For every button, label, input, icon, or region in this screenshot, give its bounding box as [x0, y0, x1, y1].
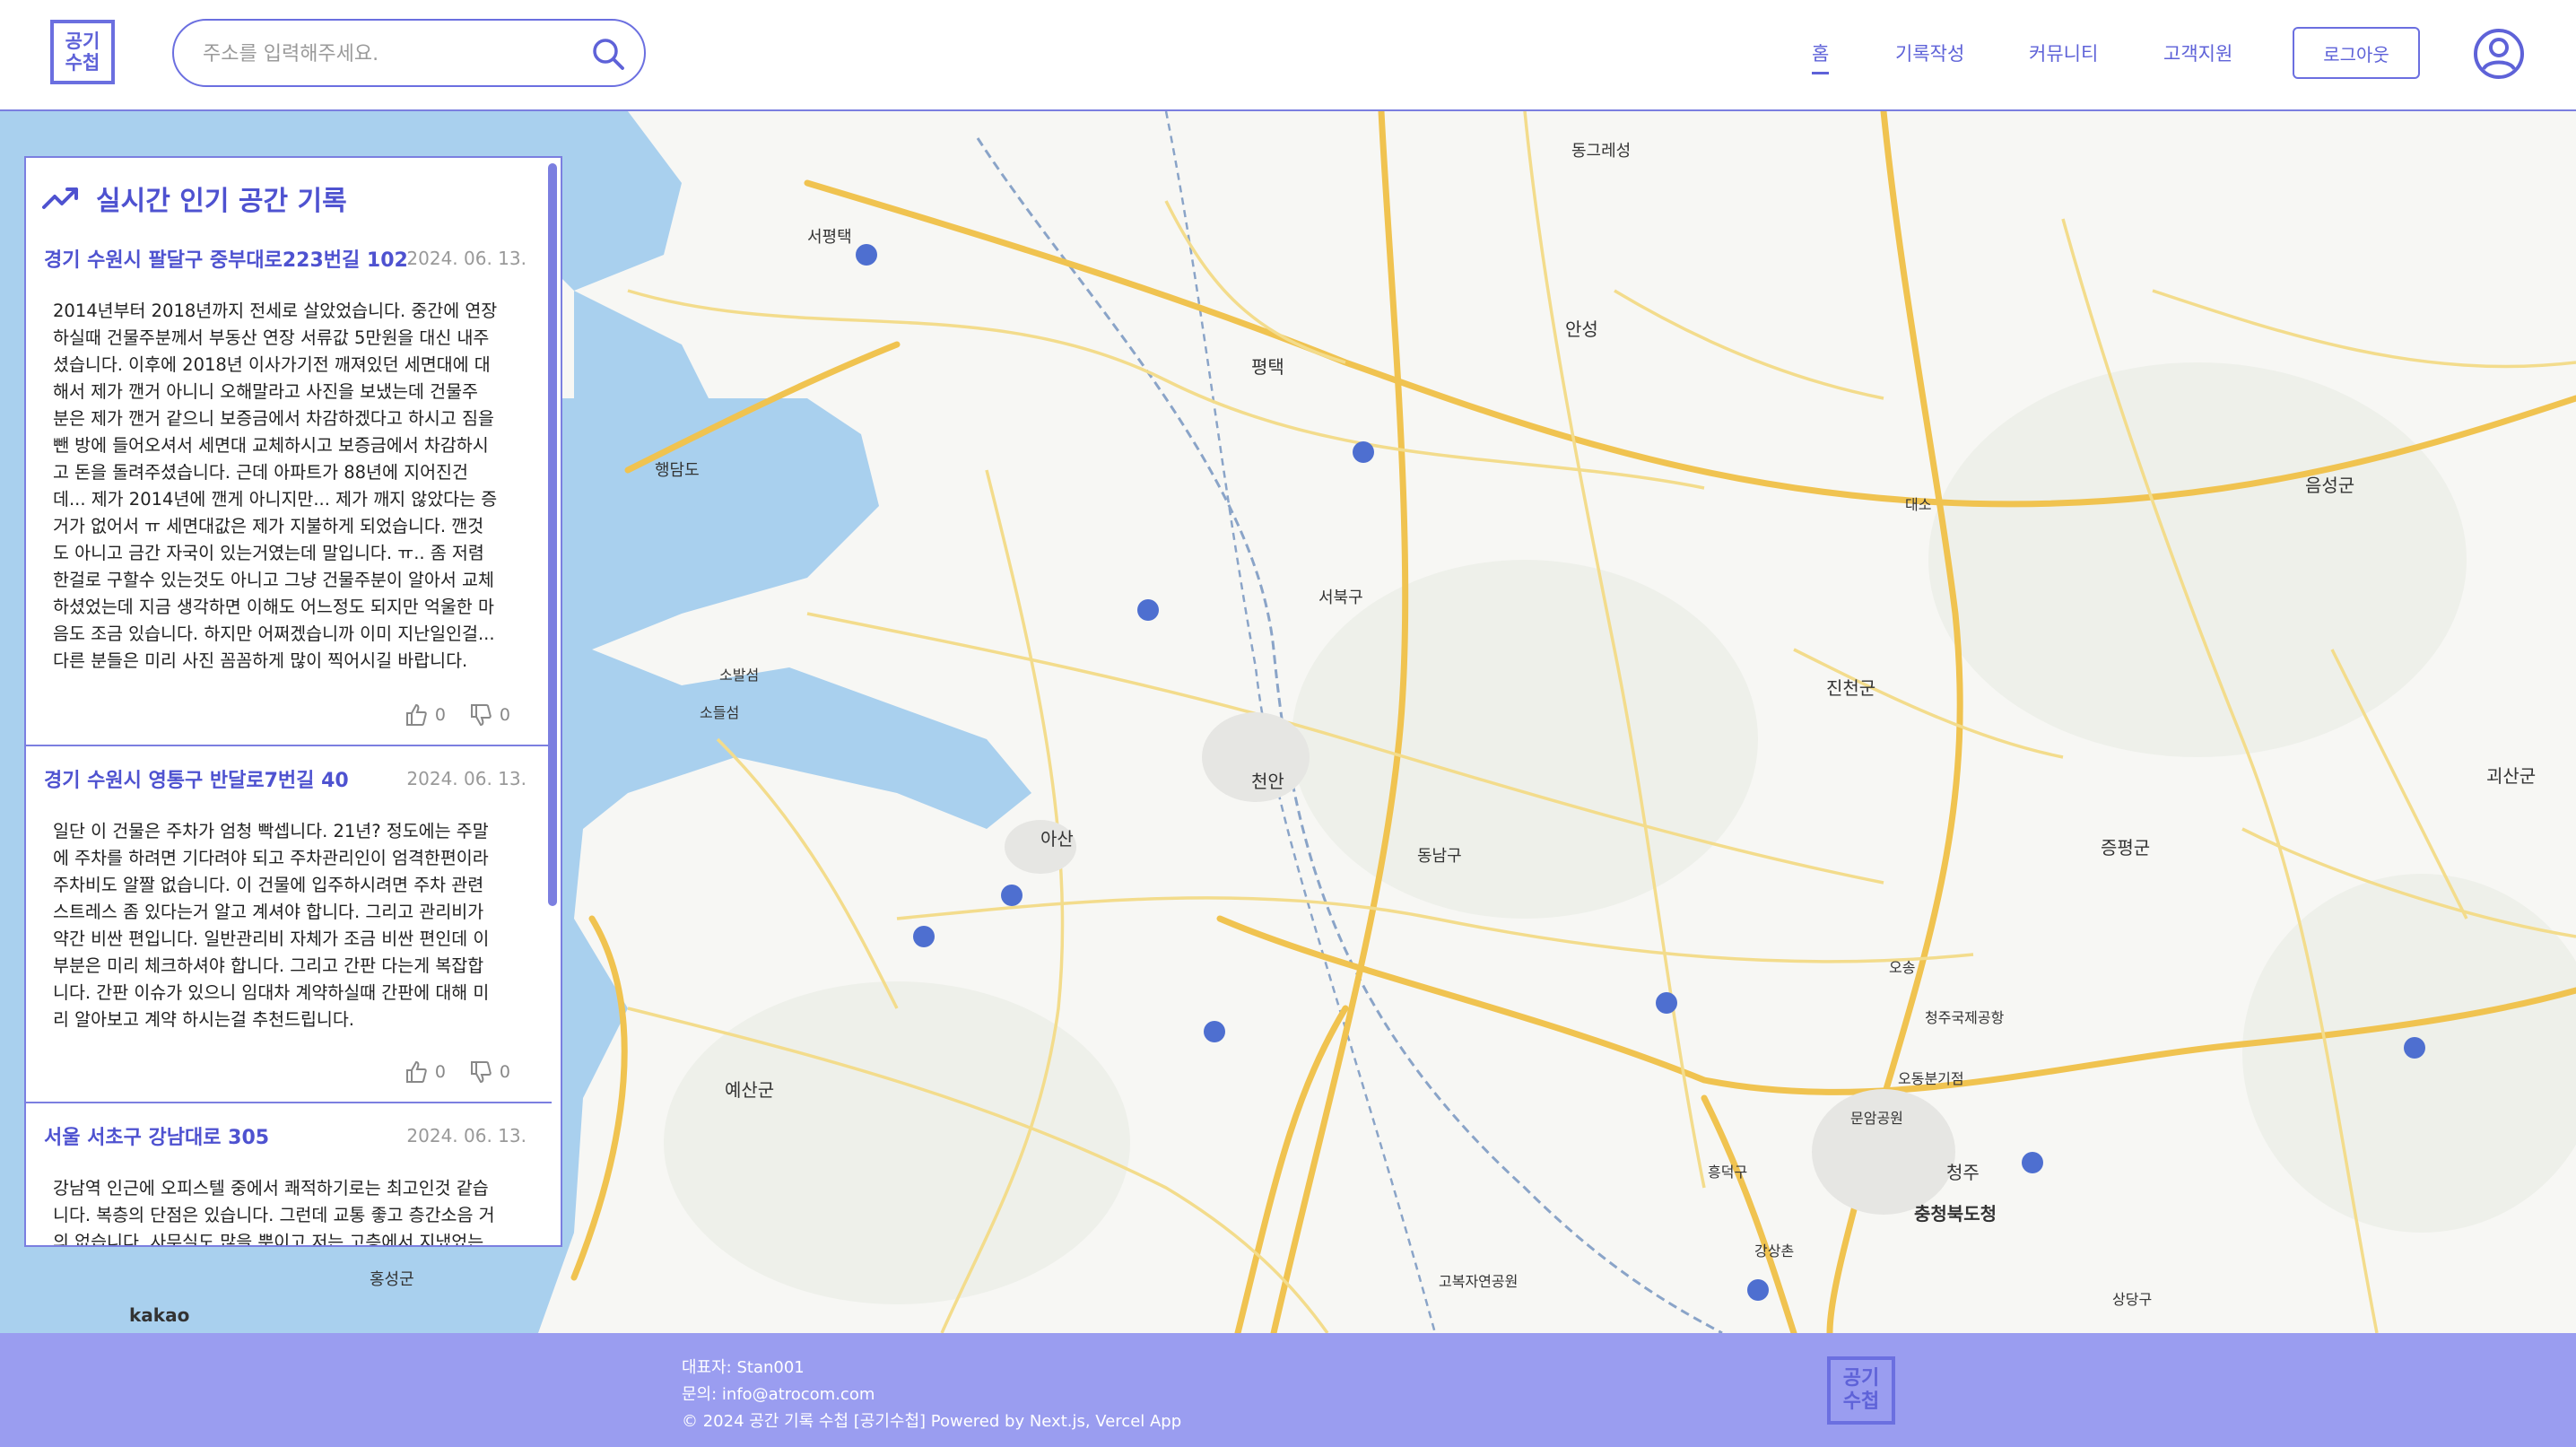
- record-votes: 0 0: [381, 703, 510, 727]
- place-label: 평택: [1251, 356, 1284, 378]
- record-address[interactable]: 서울 서초구 강남대로 305: [44, 1121, 269, 1150]
- record-divider: [26, 745, 552, 746]
- dislike-count: 0: [499, 705, 510, 725]
- popular-records-panel: 실시간 인기 공간 기록 경기 수원시 팔달구 중부대로223번길 102 20…: [24, 156, 562, 1247]
- footer-logo[interactable]: 공기 수첩: [1827, 1356, 1895, 1425]
- place-label: 홍성군: [370, 1270, 414, 1289]
- user-profile-icon[interactable]: [2473, 28, 2525, 80]
- thumbs-up-icon: [405, 1060, 427, 1083]
- address-search-bar: [172, 19, 646, 87]
- record-date: 2024. 06. 13.: [406, 248, 527, 269]
- place-label: 진천군: [1826, 677, 1875, 699]
- logo-text-line1: 공기: [65, 31, 100, 52]
- place-label: 청주: [1946, 1162, 1980, 1183]
- footer-copyright: © 2024 공간 기록 수첩 [공기수첩] Powered by Next.j…: [682, 1412, 1182, 1431]
- place-label: 안성: [1565, 318, 1598, 340]
- place-label: 흥덕구: [1708, 1164, 1747, 1181]
- place-label: 강상촌: [1754, 1242, 1794, 1260]
- like-count: 0: [434, 1062, 446, 1082]
- footer-contact: 문의: info@atrocom.com: [682, 1385, 875, 1404]
- place-label: 괴산군: [2486, 765, 2536, 787]
- top-header: 공기 수첩 홈 기록작성 커뮤니티 고객지원 로그아웃: [0, 0, 2576, 111]
- place-label: 상당구: [2112, 1291, 2152, 1308]
- record-votes: 0 0: [381, 1060, 510, 1084]
- record-divider: [26, 1102, 552, 1103]
- nav-write-record[interactable]: 기록작성: [1895, 39, 1964, 66]
- like-button[interactable]: 0: [405, 1060, 446, 1084]
- logout-button[interactable]: 로그아웃: [2293, 27, 2420, 79]
- place-label: 동남구: [1417, 847, 1462, 866]
- place-label: 소발섬: [719, 667, 759, 684]
- logo-text-line2: 수첩: [65, 52, 100, 74]
- highway-8: [1701, 1094, 1797, 1333]
- place-label: 음성군: [2305, 475, 2354, 496]
- nav-support[interactable]: 고객지원: [2163, 39, 2232, 66]
- record-date: 2024. 06. 13.: [406, 1125, 527, 1146]
- panel-title-text: 실시간 인기 공간 기록: [96, 186, 347, 217]
- footer-logo-line2: 수첩: [1842, 1390, 1880, 1413]
- place-label: 증평군: [2101, 837, 2150, 859]
- nav-home[interactable]: 홈: [1812, 39, 1830, 74]
- place-label: 예산군: [725, 1079, 774, 1101]
- record-body: 일단 이 건물은 주차가 엄청 빡셉니다. 21년? 정도에는 주말 에 주차를…: [53, 821, 490, 1030]
- footer-logo-line1: 공기: [1842, 1367, 1880, 1390]
- panel-scrollbar[interactable]: [548, 163, 557, 906]
- place-label: 오동분기점: [1898, 1070, 1964, 1087]
- place-label: 대소: [1905, 496, 1931, 513]
- record-body: 강남역 인근에 오피스텔 중에서 쾌적하기로는 최고인것 같습 니다. 복층의 …: [53, 1178, 495, 1247]
- place-label: 천안: [1251, 771, 1284, 792]
- address-search-input[interactable]: [201, 35, 563, 73]
- thumbs-down-icon: [470, 704, 492, 727]
- place-label: 서북구: [1318, 588, 1363, 607]
- place-label: 고복자연공원: [1439, 1273, 1518, 1290]
- place-label: 동그레성: [1571, 142, 1631, 161]
- trending-up-icon: [42, 187, 78, 209]
- panel-title: 실시간 인기 공간 기록: [42, 176, 347, 221]
- place-label: 충청북도청: [1914, 1203, 1997, 1225]
- page-footer: 대표자: Stan001 문의: info@atrocom.com © 2024…: [0, 1333, 2576, 1447]
- record-address[interactable]: 경기 수원시 팔달구 중부대로223번길 102: [44, 244, 408, 273]
- place-label: 아산: [1040, 828, 1074, 850]
- search-icon[interactable]: [590, 36, 626, 72]
- thumbs-up-icon: [405, 703, 427, 726]
- dislike-button[interactable]: 0: [469, 1060, 510, 1084]
- place-label: 서평택: [807, 228, 852, 247]
- record-date: 2024. 06. 13.: [406, 768, 527, 789]
- footer-representative: 대표자: Stan001: [682, 1358, 805, 1377]
- map-attribution: kakao: [129, 1304, 190, 1326]
- record-address[interactable]: 경기 수원시 영통구 반달로7번길 40: [44, 764, 349, 793]
- place-label: 청주국제공항: [1925, 1009, 2005, 1026]
- app-logo[interactable]: 공기 수첩: [50, 20, 115, 84]
- nav-community[interactable]: 커뮤니티: [2029, 39, 2098, 66]
- highway-7: [1234, 1005, 1349, 1333]
- place-label: 문암공원: [1850, 1110, 1903, 1127]
- place-label: 소들섬: [700, 704, 739, 721]
- dislike-count: 0: [499, 1062, 510, 1082]
- thumbs-down-icon: [470, 1061, 492, 1084]
- place-label: 오송: [1889, 959, 1915, 976]
- dislike-button[interactable]: 0: [469, 703, 510, 727]
- like-button[interactable]: 0: [405, 703, 446, 727]
- record-body: 2014년부터 2018년까지 전세로 살았었습니다. 중간에 연장 하실때 건…: [53, 301, 498, 671]
- footer-info: 대표자: Stan001 문의: info@atrocom.com © 2024…: [682, 1355, 1181, 1435]
- like-count: 0: [434, 705, 446, 725]
- place-label: 행담도: [655, 461, 700, 480]
